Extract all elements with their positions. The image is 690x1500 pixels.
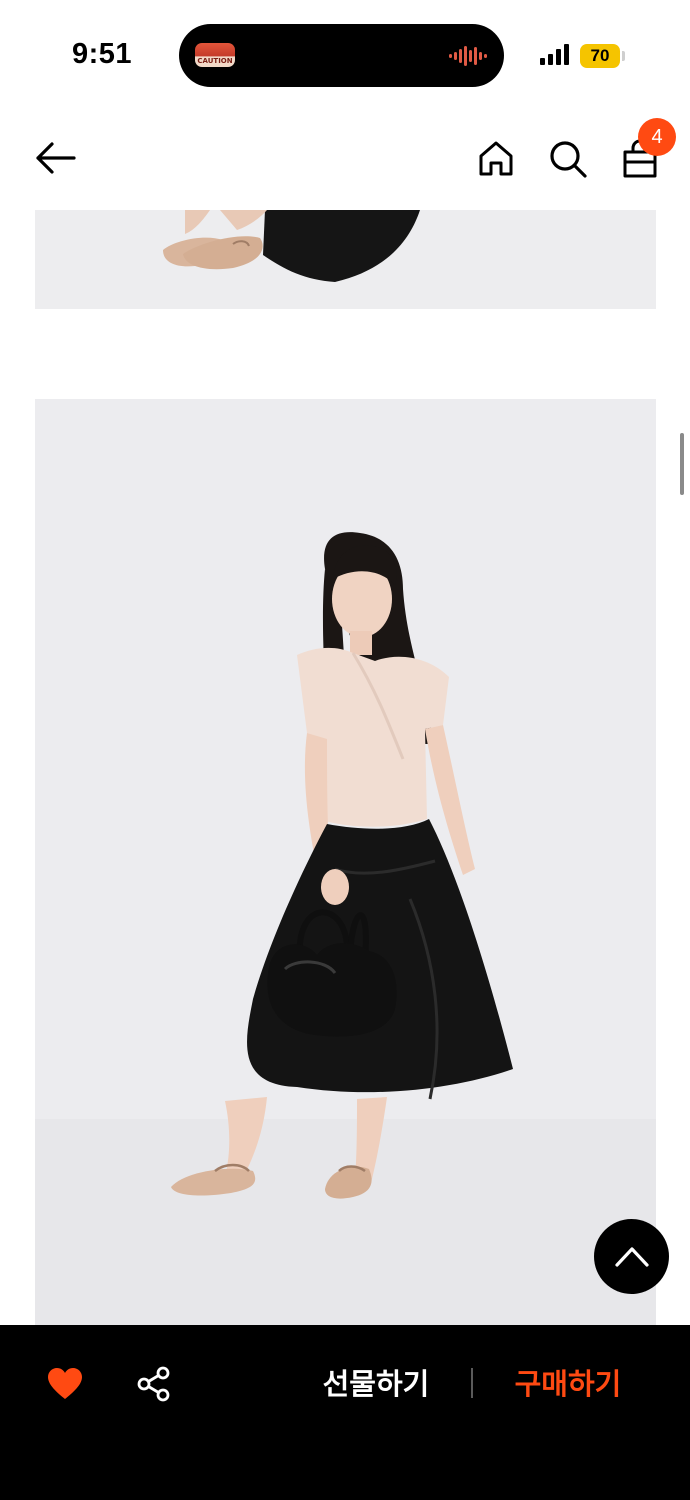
status-time: 9:51	[72, 38, 133, 70]
battery-indicator: 70	[580, 44, 620, 68]
search-icon[interactable]	[547, 138, 589, 180]
now-playing-artwork: CAUTION	[195, 43, 235, 67]
share-icon[interactable]	[136, 1366, 172, 1402]
arrow-left-icon[interactable]	[34, 140, 76, 176]
top-navigation: 4	[0, 110, 690, 210]
partial-photo-illustration	[35, 210, 656, 309]
cellular-signal-icon	[540, 44, 569, 65]
bottom-action-bar: 선물하기 구매하기	[0, 1325, 690, 1500]
scroll-to-top-button[interactable]	[594, 1219, 669, 1294]
audio-waveform-icon	[449, 46, 487, 66]
cart-count-badge: 4	[638, 118, 676, 156]
scroll-indicator[interactable]	[680, 433, 684, 495]
product-photo-partial	[35, 210, 656, 309]
dynamic-island: CAUTION	[179, 24, 504, 87]
artwork-text: CAUTION	[197, 57, 233, 65]
model-photo-illustration	[35, 399, 656, 1325]
home-icon[interactable]	[476, 138, 516, 178]
buy-button[interactable]: 구매하기	[506, 1361, 630, 1407]
heart-icon[interactable]	[47, 1367, 83, 1401]
gift-button[interactable]: 선물하기	[314, 1361, 438, 1407]
battery-tip	[622, 51, 625, 61]
product-photo-model	[35, 399, 656, 1325]
bar-divider	[471, 1368, 473, 1398]
status-bar: 9:51 CAUTION 70	[0, 0, 690, 110]
chevron-up-icon	[615, 1247, 649, 1267]
